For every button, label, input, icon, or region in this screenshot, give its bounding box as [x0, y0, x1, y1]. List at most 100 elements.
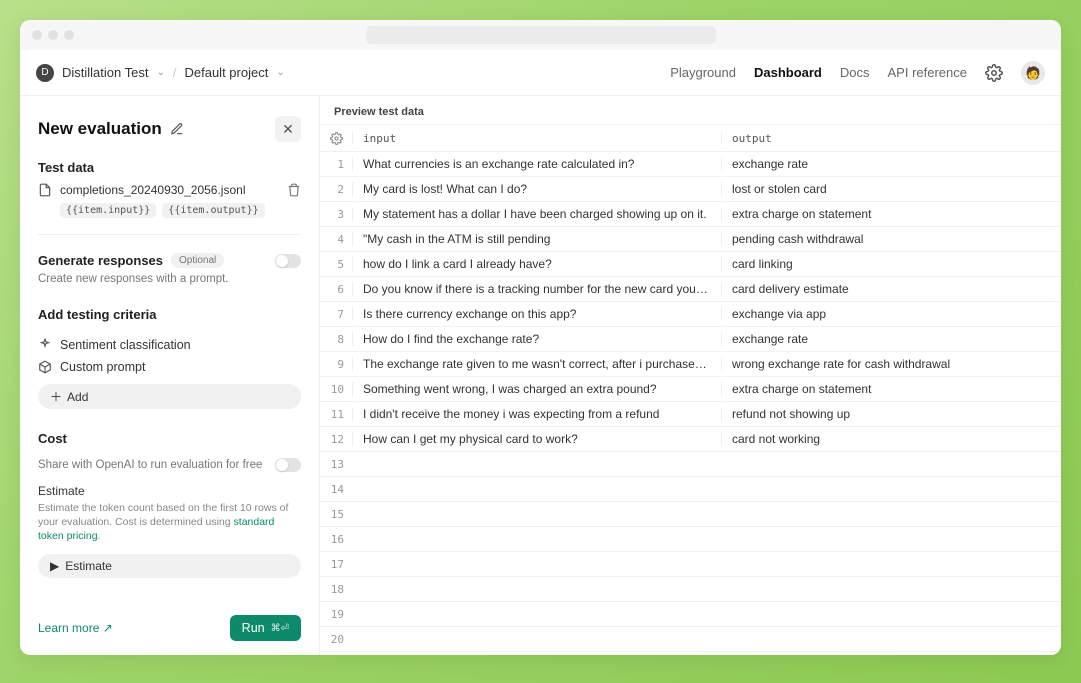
add-criteria-button[interactable]: ＋ Add — [38, 384, 301, 409]
cell-output: exchange rate — [721, 157, 1061, 171]
row-number: 9 — [320, 358, 352, 371]
top-nav: D Distillation Test ⌄ / Default project … — [20, 50, 1061, 96]
criteria-custom-prompt[interactable]: Custom prompt — [38, 360, 301, 374]
row-number: 20 — [320, 633, 352, 646]
close-button[interactable]: ✕ — [275, 116, 301, 142]
table-row[interactable]: 11I didn't receive the money i was expec… — [320, 402, 1061, 427]
user-avatar[interactable]: 🧑 — [1021, 61, 1045, 85]
cell-input: Something went wrong, I was charged an e… — [352, 382, 721, 396]
row-number: 16 — [320, 533, 352, 546]
cell-output: card linking — [721, 257, 1061, 271]
nav-dashboard[interactable]: Dashboard — [754, 65, 822, 80]
divider — [38, 234, 301, 235]
plus-icon: ＋ — [50, 388, 62, 405]
row-number: 2 — [320, 183, 352, 196]
traffic-light-close[interactable] — [32, 30, 42, 40]
preview-header: Preview test data — [320, 96, 1061, 124]
traffic-lights — [32, 30, 74, 40]
nav-playground[interactable]: Playground — [670, 65, 736, 80]
table-row[interactable]: 10Something went wrong, I was charged an… — [320, 377, 1061, 402]
breadcrumb: D Distillation Test ⌄ / Default project … — [36, 64, 285, 82]
table-gear-icon[interactable] — [330, 132, 343, 145]
share-toggle[interactable] — [275, 458, 301, 472]
table-row[interactable]: 6Do you know if there is a tracking numb… — [320, 277, 1061, 302]
criteria-sentiment[interactable]: Sentiment classification — [38, 338, 301, 352]
estimate-title: Estimate — [38, 484, 301, 498]
cell-output: wrong exchange rate for cash withdrawal — [721, 357, 1061, 371]
cell-output: refund not showing up — [721, 407, 1061, 421]
table-row[interactable]: 2My card is lost! What can I do?lost or … — [320, 177, 1061, 202]
cell-input: How do I find the exchange rate? — [352, 332, 721, 346]
edit-title-icon[interactable] — [170, 122, 184, 136]
cell-input: My statement has a dollar I have been ch… — [352, 207, 721, 221]
test-data-title: Test data — [38, 160, 301, 175]
cell-input: Is there currency exchange on this app? — [352, 307, 721, 321]
table-row[interactable]: 4"My cash in the ATM is still pendingpen… — [320, 227, 1061, 252]
body: New evaluation ✕ Test data completions_2… — [20, 96, 1061, 655]
row-number: 10 — [320, 383, 352, 396]
estimate-button-label: Estimate — [65, 559, 112, 573]
table-row[interactable]: 12How can I get my physical card to work… — [320, 427, 1061, 452]
table-row[interactable]: 3My statement has a dollar I have been c… — [320, 202, 1061, 227]
row-number: 7 — [320, 308, 352, 321]
gear-icon[interactable] — [985, 64, 1003, 82]
table-row[interactable]: 8How do I find the exchange rate?exchang… — [320, 327, 1061, 352]
file-name[interactable]: completions_20240930_2056.jsonl — [60, 183, 279, 197]
cell-input: How can I get my physical card to work? — [352, 432, 721, 446]
learn-more-link[interactable]: Learn more ↗ — [38, 621, 113, 635]
cell-input: how do I link a card I already have? — [352, 257, 721, 271]
table-row[interactable]: 18 — [320, 577, 1061, 602]
project-name[interactable]: Default project — [184, 65, 268, 80]
org-name[interactable]: Distillation Test — [62, 65, 148, 80]
cell-input: The exchange rate given to me wasn't cor… — [352, 357, 721, 371]
table-row[interactable]: 19 — [320, 602, 1061, 627]
org-avatar[interactable]: D — [36, 64, 54, 82]
nav-api-reference[interactable]: API reference — [888, 65, 968, 80]
table-body: 1What currencies is an exchange rate cal… — [320, 152, 1061, 655]
titlebar — [20, 20, 1061, 50]
nav-docs[interactable]: Docs — [840, 65, 870, 80]
traffic-light-zoom[interactable] — [64, 30, 74, 40]
row-number: 4 — [320, 233, 352, 246]
run-label: Run — [242, 621, 265, 635]
traffic-light-minimize[interactable] — [48, 30, 58, 40]
cell-output: lost or stolen card — [721, 182, 1061, 196]
play-icon: ▶ — [50, 559, 59, 573]
cell-input: Do you know if there is a tracking numbe… — [352, 282, 721, 296]
project-switcher-icon[interactable]: ⌄ — [276, 67, 284, 78]
row-number: 12 — [320, 433, 352, 446]
table-row[interactable]: 7Is there currency exchange on this app?… — [320, 302, 1061, 327]
col-header-input: input — [352, 132, 721, 145]
cell-output: extra charge on statement — [721, 382, 1061, 396]
external-icon: ↗ — [103, 621, 113, 635]
generate-title: Generate responses — [38, 253, 163, 268]
share-text: Share with OpenAI to run evaluation for … — [38, 459, 275, 471]
table-row[interactable]: 15 — [320, 502, 1061, 527]
cell-output: pending cash withdrawal — [721, 232, 1061, 246]
cell-output: card delivery estimate — [721, 282, 1061, 296]
table-row[interactable]: 5how do I link a card I already have?car… — [320, 252, 1061, 277]
breadcrumb-separator: / — [173, 65, 177, 80]
table-row[interactable]: 13 — [320, 452, 1061, 477]
chip-output: {{item.output}} — [162, 203, 264, 218]
table-row[interactable]: 16 — [320, 527, 1061, 552]
row-number: 3 — [320, 208, 352, 221]
table-row[interactable]: 17 — [320, 552, 1061, 577]
run-button[interactable]: Run ⌘⏎ — [230, 615, 301, 641]
org-switcher-icon[interactable]: ⌄ — [156, 67, 164, 78]
estimate-button[interactable]: ▶ Estimate — [38, 554, 301, 578]
trash-icon[interactable] — [287, 183, 301, 197]
row-number: 11 — [320, 408, 352, 421]
table-row[interactable]: 20 — [320, 627, 1061, 652]
table-row[interactable]: 14 — [320, 477, 1061, 502]
table-row[interactable]: 9The exchange rate given to me wasn't co… — [320, 352, 1061, 377]
generate-subtitle: Create new responses with a prompt. — [38, 273, 301, 285]
url-bar[interactable] — [366, 26, 716, 44]
row-number: 14 — [320, 483, 352, 496]
cube-icon — [38, 360, 52, 374]
table-row[interactable]: 1What currencies is an exchange rate cal… — [320, 152, 1061, 177]
cost-title: Cost — [38, 431, 301, 446]
side-panel: New evaluation ✕ Test data completions_2… — [20, 96, 320, 655]
page-title: New evaluation — [38, 119, 162, 139]
generate-toggle[interactable] — [275, 254, 301, 268]
